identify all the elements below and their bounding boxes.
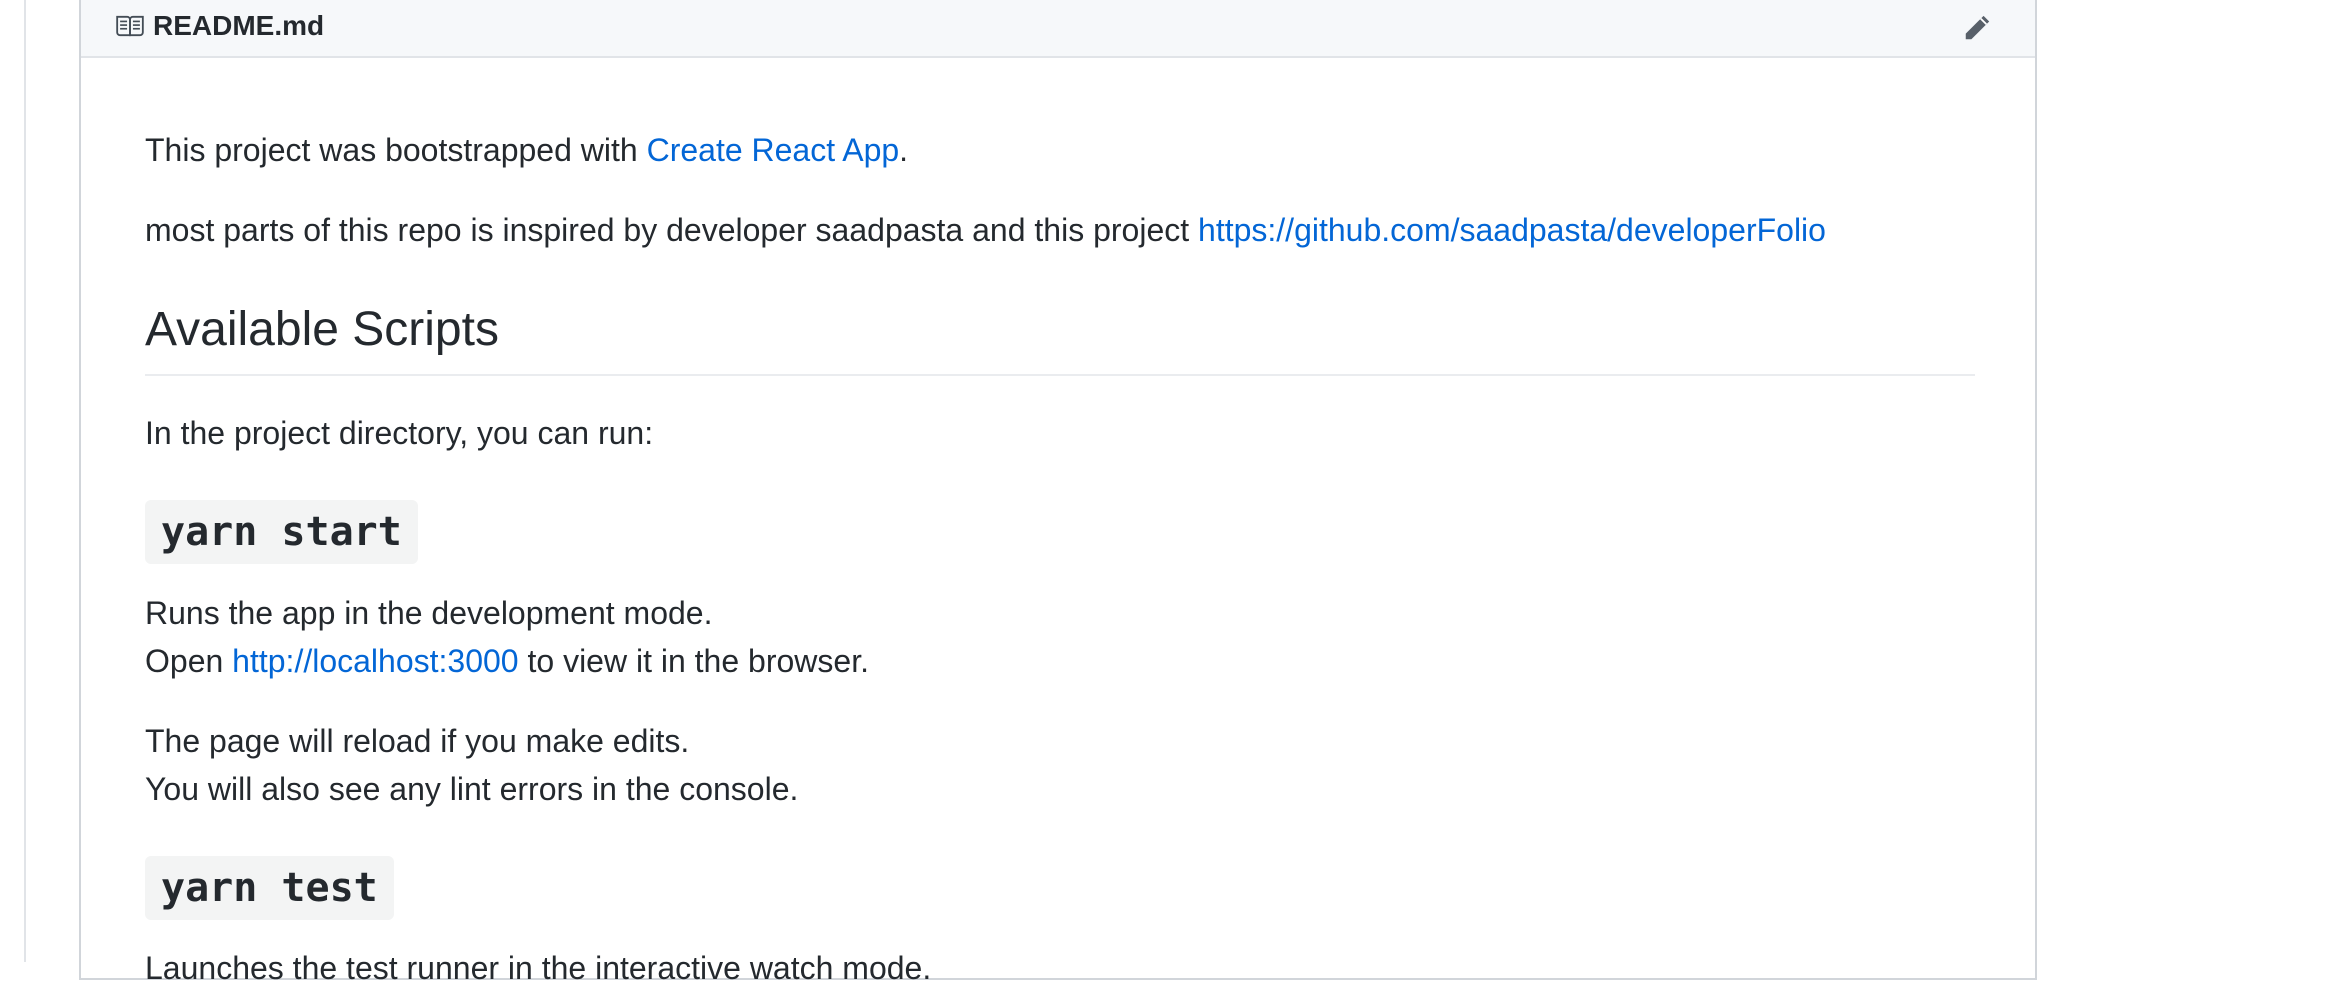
- readme-box: README.md This project was bootstrapped …: [79, 0, 2037, 986]
- available-scripts-heading: Available Scripts: [145, 300, 1975, 376]
- yarn-start-heading: yarn start: [145, 500, 418, 564]
- open-prefix: Open: [145, 643, 233, 679]
- page-divider: [24, 0, 26, 962]
- start-description-line1: Runs the app in the development mode.: [145, 595, 713, 631]
- intro-prefix: This project was bootstrapped with: [145, 132, 647, 168]
- reload-line2: You will also see any lint errors in the…: [145, 771, 799, 807]
- intro-suffix: .: [899, 132, 909, 168]
- readme-header: README.md: [81, 0, 2035, 58]
- inspired-paragraph: most parts of this repo is inspired by d…: [145, 206, 1826, 254]
- developerfolio-link[interactable]: https://github.com/saadpasta/developerFo…: [1198, 212, 1826, 248]
- create-react-app-link[interactable]: Create React App: [647, 132, 900, 168]
- edit-file-button[interactable]: [1959, 10, 1995, 46]
- yarn-test-heading: yarn test: [145, 856, 394, 920]
- inspired-text: most parts of this repo is inspired by d…: [145, 212, 1199, 248]
- book-icon: [116, 15, 144, 37]
- readme-filename: README.md: [153, 10, 325, 41]
- scripts-intro: In the project directory, you can run:: [145, 415, 654, 451]
- pencil-icon: [1965, 15, 1990, 40]
- test-description-line1: Launches the test runner in the interact…: [145, 950, 932, 986]
- intro-paragraph: This project was bootstrapped with Creat…: [145, 126, 908, 174]
- start-description-line2: Open http://localhost:3000 to view it in…: [145, 637, 869, 685]
- localhost-link[interactable]: http://localhost:3000: [232, 643, 518, 679]
- reload-line1: The page will reload if you make edits.: [145, 723, 690, 759]
- open-suffix: to view it in the browser.: [518, 643, 869, 679]
